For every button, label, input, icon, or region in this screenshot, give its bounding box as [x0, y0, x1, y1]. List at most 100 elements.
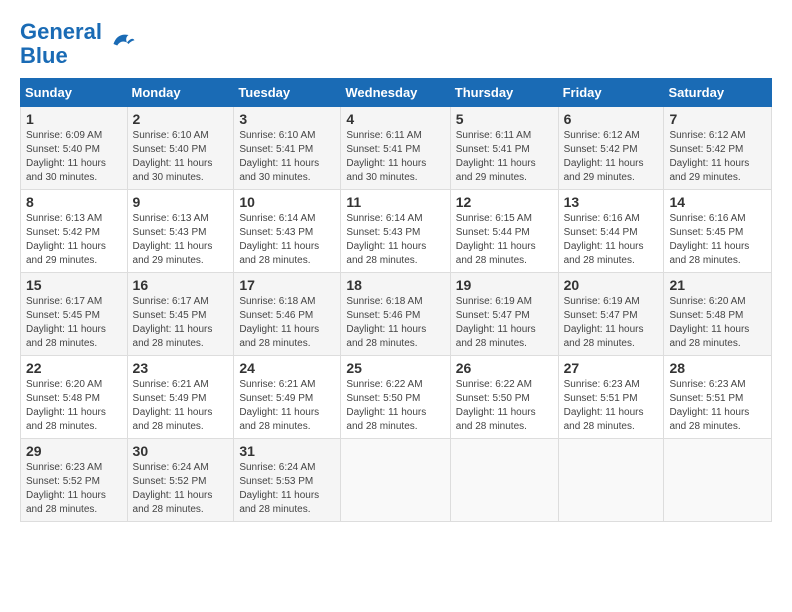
- calendar-cell: 9 Sunrise: 6:13 AM Sunset: 5:43 PM Dayli…: [127, 190, 234, 273]
- day-number: 24: [239, 360, 335, 376]
- day-number: 10: [239, 194, 335, 210]
- sunrise-label: Sunrise: 6:19 AM: [564, 296, 640, 307]
- day-info: Sunrise: 6:20 AM Sunset: 5:48 PM Dayligh…: [669, 295, 766, 351]
- daylight-label: Daylight: 11 hours and 28 minutes.: [669, 241, 749, 266]
- sunrise-label: Sunrise: 6:21 AM: [239, 379, 315, 390]
- daylight-label: Daylight: 11 hours and 28 minutes.: [26, 324, 106, 349]
- day-number: 21: [669, 277, 766, 293]
- sunset-label: Sunset: 5:41 PM: [456, 144, 530, 155]
- sunrise-label: Sunrise: 6:10 AM: [133, 130, 209, 141]
- sunset-label: Sunset: 5:42 PM: [26, 227, 100, 238]
- calendar-cell: [341, 439, 450, 522]
- day-number: 23: [133, 360, 229, 376]
- calendar-cell: [450, 439, 558, 522]
- day-info: Sunrise: 6:11 AM Sunset: 5:41 PM Dayligh…: [346, 129, 444, 185]
- daylight-label: Daylight: 11 hours and 28 minutes.: [239, 407, 319, 432]
- daylight-label: Daylight: 11 hours and 28 minutes.: [456, 407, 536, 432]
- sunrise-label: Sunrise: 6:14 AM: [239, 213, 315, 224]
- calendar-cell: 23 Sunrise: 6:21 AM Sunset: 5:49 PM Dayl…: [127, 356, 234, 439]
- sunset-label: Sunset: 5:51 PM: [564, 393, 638, 404]
- sunset-label: Sunset: 5:52 PM: [26, 476, 100, 487]
- sunrise-label: Sunrise: 6:17 AM: [133, 296, 209, 307]
- sunrise-label: Sunrise: 6:23 AM: [669, 379, 745, 390]
- day-number: 18: [346, 277, 444, 293]
- calendar-cell: 28 Sunrise: 6:23 AM Sunset: 5:51 PM Dayl…: [664, 356, 772, 439]
- calendar-cell: 30 Sunrise: 6:24 AM Sunset: 5:52 PM Dayl…: [127, 439, 234, 522]
- calendar-cell: 27 Sunrise: 6:23 AM Sunset: 5:51 PM Dayl…: [558, 356, 664, 439]
- sunrise-label: Sunrise: 6:12 AM: [669, 130, 745, 141]
- daylight-label: Daylight: 11 hours and 30 minutes.: [26, 158, 106, 183]
- sunrise-label: Sunrise: 6:13 AM: [133, 213, 209, 224]
- sunrise-label: Sunrise: 6:14 AM: [346, 213, 422, 224]
- sunset-label: Sunset: 5:43 PM: [346, 227, 420, 238]
- calendar-week-row: 8 Sunrise: 6:13 AM Sunset: 5:42 PM Dayli…: [21, 190, 772, 273]
- daylight-label: Daylight: 11 hours and 28 minutes.: [26, 407, 106, 432]
- calendar-cell: 31 Sunrise: 6:24 AM Sunset: 5:53 PM Dayl…: [234, 439, 341, 522]
- day-info: Sunrise: 6:17 AM Sunset: 5:45 PM Dayligh…: [26, 295, 122, 351]
- day-info: Sunrise: 6:20 AM Sunset: 5:48 PM Dayligh…: [26, 378, 122, 434]
- daylight-label: Daylight: 11 hours and 29 minutes.: [456, 158, 536, 183]
- sunrise-label: Sunrise: 6:24 AM: [133, 462, 209, 473]
- day-info: Sunrise: 6:10 AM Sunset: 5:40 PM Dayligh…: [133, 129, 229, 185]
- sunset-label: Sunset: 5:46 PM: [346, 310, 420, 321]
- calendar-day-header: Monday: [127, 79, 234, 107]
- day-info: Sunrise: 6:18 AM Sunset: 5:46 PM Dayligh…: [346, 295, 444, 351]
- sunset-label: Sunset: 5:43 PM: [239, 227, 313, 238]
- calendar-week-row: 22 Sunrise: 6:20 AM Sunset: 5:48 PM Dayl…: [21, 356, 772, 439]
- calendar-day-header: Tuesday: [234, 79, 341, 107]
- sunrise-label: Sunrise: 6:15 AM: [456, 213, 532, 224]
- sunset-label: Sunset: 5:49 PM: [239, 393, 313, 404]
- day-number: 15: [26, 277, 122, 293]
- sunset-label: Sunset: 5:42 PM: [669, 144, 743, 155]
- day-info: Sunrise: 6:12 AM Sunset: 5:42 PM Dayligh…: [564, 129, 659, 185]
- day-info: Sunrise: 6:21 AM Sunset: 5:49 PM Dayligh…: [133, 378, 229, 434]
- logo-text: GeneralBlue: [20, 20, 102, 68]
- daylight-label: Daylight: 11 hours and 28 minutes.: [564, 324, 644, 349]
- daylight-label: Daylight: 11 hours and 28 minutes.: [669, 324, 749, 349]
- sunset-label: Sunset: 5:52 PM: [133, 476, 207, 487]
- daylight-label: Daylight: 11 hours and 28 minutes.: [346, 241, 426, 266]
- sunset-label: Sunset: 5:40 PM: [26, 144, 100, 155]
- logo: GeneralBlue: [20, 20, 136, 68]
- daylight-label: Daylight: 11 hours and 28 minutes.: [456, 324, 536, 349]
- daylight-label: Daylight: 11 hours and 28 minutes.: [564, 241, 644, 266]
- calendar-cell: 4 Sunrise: 6:11 AM Sunset: 5:41 PM Dayli…: [341, 107, 450, 190]
- day-number: 20: [564, 277, 659, 293]
- daylight-label: Daylight: 11 hours and 28 minutes.: [346, 324, 426, 349]
- calendar-week-row: 15 Sunrise: 6:17 AM Sunset: 5:45 PM Dayl…: [21, 273, 772, 356]
- sunset-label: Sunset: 5:46 PM: [239, 310, 313, 321]
- day-info: Sunrise: 6:14 AM Sunset: 5:43 PM Dayligh…: [239, 212, 335, 268]
- sunset-label: Sunset: 5:45 PM: [133, 310, 207, 321]
- day-info: Sunrise: 6:21 AM Sunset: 5:49 PM Dayligh…: [239, 378, 335, 434]
- calendar-day-header: Sunday: [21, 79, 128, 107]
- calendar-cell: 25 Sunrise: 6:22 AM Sunset: 5:50 PM Dayl…: [341, 356, 450, 439]
- sunset-label: Sunset: 5:41 PM: [239, 144, 313, 155]
- day-info: Sunrise: 6:14 AM Sunset: 5:43 PM Dayligh…: [346, 212, 444, 268]
- sunrise-label: Sunrise: 6:20 AM: [669, 296, 745, 307]
- daylight-label: Daylight: 11 hours and 28 minutes.: [133, 324, 213, 349]
- day-number: 5: [456, 111, 553, 127]
- day-info: Sunrise: 6:17 AM Sunset: 5:45 PM Dayligh…: [133, 295, 229, 351]
- calendar-cell: 13 Sunrise: 6:16 AM Sunset: 5:44 PM Dayl…: [558, 190, 664, 273]
- day-info: Sunrise: 6:24 AM Sunset: 5:52 PM Dayligh…: [133, 461, 229, 517]
- day-info: Sunrise: 6:10 AM Sunset: 5:41 PM Dayligh…: [239, 129, 335, 185]
- daylight-label: Daylight: 11 hours and 29 minutes.: [133, 241, 213, 266]
- sunrise-label: Sunrise: 6:16 AM: [564, 213, 640, 224]
- calendar-cell: 14 Sunrise: 6:16 AM Sunset: 5:45 PM Dayl…: [664, 190, 772, 273]
- calendar-body: 1 Sunrise: 6:09 AM Sunset: 5:40 PM Dayli…: [21, 107, 772, 522]
- day-info: Sunrise: 6:18 AM Sunset: 5:46 PM Dayligh…: [239, 295, 335, 351]
- day-number: 31: [239, 443, 335, 459]
- calendar-cell: 8 Sunrise: 6:13 AM Sunset: 5:42 PM Dayli…: [21, 190, 128, 273]
- daylight-label: Daylight: 11 hours and 29 minutes.: [564, 158, 644, 183]
- sunrise-label: Sunrise: 6:13 AM: [26, 213, 102, 224]
- day-info: Sunrise: 6:13 AM Sunset: 5:43 PM Dayligh…: [133, 212, 229, 268]
- daylight-label: Daylight: 11 hours and 30 minutes.: [346, 158, 426, 183]
- sunrise-label: Sunrise: 6:11 AM: [346, 130, 421, 141]
- day-number: 13: [564, 194, 659, 210]
- calendar-cell: 3 Sunrise: 6:10 AM Sunset: 5:41 PM Dayli…: [234, 107, 341, 190]
- sunrise-label: Sunrise: 6:16 AM: [669, 213, 745, 224]
- day-info: Sunrise: 6:09 AM Sunset: 5:40 PM Dayligh…: [26, 129, 122, 185]
- day-number: 1: [26, 111, 122, 127]
- calendar-header-row: SundayMondayTuesdayWednesdayThursdayFrid…: [21, 79, 772, 107]
- day-info: Sunrise: 6:22 AM Sunset: 5:50 PM Dayligh…: [456, 378, 553, 434]
